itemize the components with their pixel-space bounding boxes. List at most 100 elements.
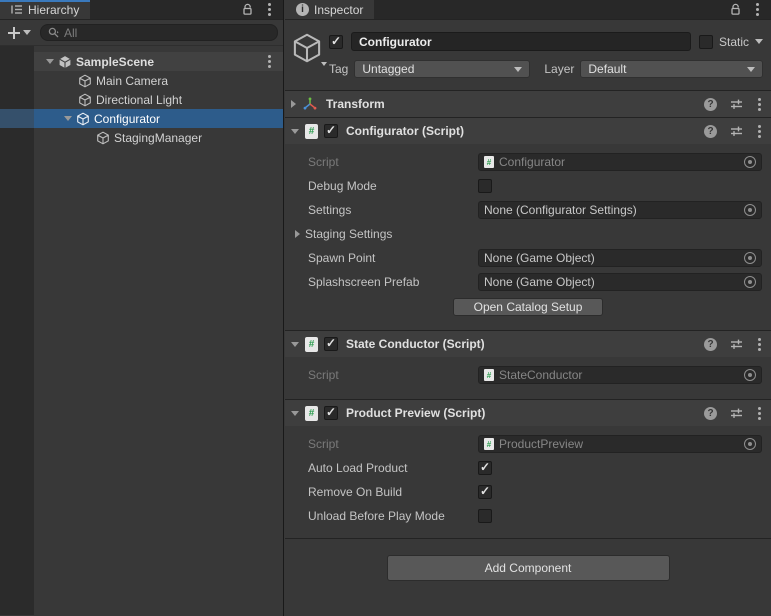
auto-load-product-label: Auto Load Product — [308, 461, 478, 475]
script-object-field[interactable]: StateConductor — [478, 366, 762, 384]
help-icon[interactable] — [704, 98, 717, 111]
component-menu-icon[interactable] — [756, 405, 763, 422]
product-preview-header[interactable]: Product Preview (Script) — [285, 400, 771, 426]
catalog-setup-row: Open Catalog Setup — [285, 294, 771, 320]
state-conductor-body: Script StateConductor — [285, 357, 771, 399]
component-state-conductor-script: State Conductor (Script) Script StateCon… — [285, 330, 771, 399]
object-picker-icon[interactable] — [744, 156, 756, 168]
active-checkbox[interactable] — [329, 35, 343, 49]
script-label: Script — [308, 155, 478, 169]
splashscreen-object-field[interactable]: None (Game Object) — [478, 273, 762, 291]
presets-icon[interactable] — [730, 338, 743, 350]
object-picker-icon[interactable] — [744, 438, 756, 450]
tag-dropdown[interactable]: Untagged — [354, 60, 530, 78]
gameobject-cube-icon — [76, 112, 90, 126]
object-picker-icon[interactable] — [744, 252, 756, 264]
spawn-point-object-field[interactable]: None (Game Object) — [478, 249, 762, 267]
scene-menu-icon[interactable] — [266, 53, 273, 70]
foldout-open-icon[interactable] — [291, 411, 299, 416]
help-icon[interactable] — [704, 338, 717, 351]
foldout-open-icon[interactable] — [64, 116, 72, 121]
settings-object-field[interactable]: None (Configurator Settings) — [478, 201, 762, 219]
gameobject-cube-icon — [78, 74, 92, 88]
foldout-open-icon[interactable] — [46, 59, 54, 64]
static-label: Static — [719, 35, 749, 49]
layer-dropdown[interactable]: Default — [580, 60, 763, 78]
presets-icon[interactable] — [730, 407, 743, 419]
component-enabled-checkbox[interactable] — [324, 406, 338, 420]
layer-value: Default — [588, 62, 626, 76]
tree-item-label: Directional Light — [96, 93, 182, 107]
csharp-script-icon — [484, 369, 494, 381]
inspector-tab-actions — [729, 0, 771, 19]
property-row-unload-before-play-mode: Unload Before Play Mode — [285, 504, 771, 528]
script-object-field[interactable]: ProductPreview — [478, 435, 762, 453]
auto-load-product-checkbox[interactable] — [478, 461, 492, 475]
object-picker-icon[interactable] — [744, 369, 756, 381]
product-preview-actions — [704, 405, 763, 422]
remove-on-build-checkbox[interactable] — [478, 485, 492, 499]
debug-mode-checkbox[interactable] — [478, 179, 492, 193]
gameobject-name-field[interactable] — [351, 32, 691, 51]
lock-icon[interactable] — [241, 3, 254, 16]
configurator-header[interactable]: Configurator (Script) — [285, 118, 771, 144]
script-value: StateConductor — [499, 368, 582, 382]
panel-menu-icon[interactable] — [754, 1, 761, 18]
settings-label: Settings — [308, 203, 478, 217]
help-icon[interactable] — [704, 407, 717, 420]
foldout-open-icon[interactable] — [291, 129, 299, 134]
object-picker-icon[interactable] — [744, 204, 756, 216]
spawn-point-label: Spawn Point — [308, 251, 478, 265]
help-icon[interactable] — [704, 125, 717, 138]
gameobject-cube-icon — [96, 131, 110, 145]
chevron-down-icon — [321, 62, 327, 66]
product-preview-body: Script ProductPreview Auto Load Product … — [285, 426, 771, 538]
component-menu-icon[interactable] — [756, 336, 763, 353]
splashscreen-prefab-label: Splashscreen Prefab — [308, 275, 478, 289]
tree-item-samplescene[interactable]: SampleScene — [0, 52, 283, 71]
lock-icon[interactable] — [729, 3, 742, 16]
state-conductor-header[interactable]: State Conductor (Script) — [285, 331, 771, 357]
tab-inspector-label: Inspector — [314, 3, 363, 17]
transform-title: Transform — [326, 97, 385, 111]
gameobject-name-row: Static — [329, 32, 763, 51]
settings-value: None (Configurator Settings) — [484, 203, 637, 217]
tab-hierarchy[interactable]: Hierarchy — [0, 0, 90, 19]
property-row-script: Script Configurator — [285, 150, 771, 174]
tag-value: Untagged — [362, 62, 414, 76]
object-picker-icon[interactable] — [744, 276, 756, 288]
presets-icon[interactable] — [730, 98, 743, 110]
tab-inspector[interactable]: Inspector — [285, 0, 374, 19]
open-catalog-setup-button[interactable]: Open Catalog Setup — [453, 298, 603, 316]
search-input[interactable] — [64, 26, 270, 40]
component-enabled-checkbox[interactable] — [324, 337, 338, 351]
spawn-point-value: None (Game Object) — [484, 251, 595, 265]
script-object-field[interactable]: Configurator — [478, 153, 762, 171]
static-dropdown-icon[interactable] — [755, 39, 763, 44]
add-component-button[interactable]: Add Component — [387, 555, 670, 581]
component-enabled-checkbox[interactable] — [324, 124, 338, 138]
foldout-closed-icon[interactable] — [295, 230, 300, 238]
create-object-button[interactable] — [5, 26, 34, 40]
tree-item-stagingmanager[interactable]: StagingManager — [0, 128, 283, 147]
hierarchy-search-field[interactable] — [40, 24, 278, 41]
unload-before-play-mode-checkbox[interactable] — [478, 509, 492, 523]
inspector-tabbar: Inspector — [285, 0, 771, 20]
component-menu-icon[interactable] — [756, 96, 763, 113]
component-menu-icon[interactable] — [756, 123, 763, 140]
component-product-preview-script: Product Preview (Script) Script ProductP… — [285, 399, 771, 538]
static-checkbox[interactable] — [699, 35, 713, 49]
property-row-staging-settings[interactable]: Staging Settings — [285, 222, 771, 246]
tree-item-configurator[interactable]: Configurator — [0, 109, 283, 128]
transform-header[interactable]: Transform — [285, 91, 771, 117]
tree-item-main-camera[interactable]: Main Camera — [0, 71, 283, 90]
foldout-open-icon[interactable] — [291, 342, 299, 347]
presets-icon[interactable] — [730, 125, 743, 137]
panel-menu-icon[interactable] — [266, 1, 273, 18]
foldout-closed-icon[interactable] — [291, 100, 296, 108]
add-component-section: Add Component — [285, 538, 771, 581]
transform-actions — [704, 96, 763, 113]
tree-item-directional-light[interactable]: Directional Light — [0, 90, 283, 109]
tree-item-label: Configurator — [94, 112, 160, 126]
gameobject-icon[interactable] — [291, 32, 325, 66]
